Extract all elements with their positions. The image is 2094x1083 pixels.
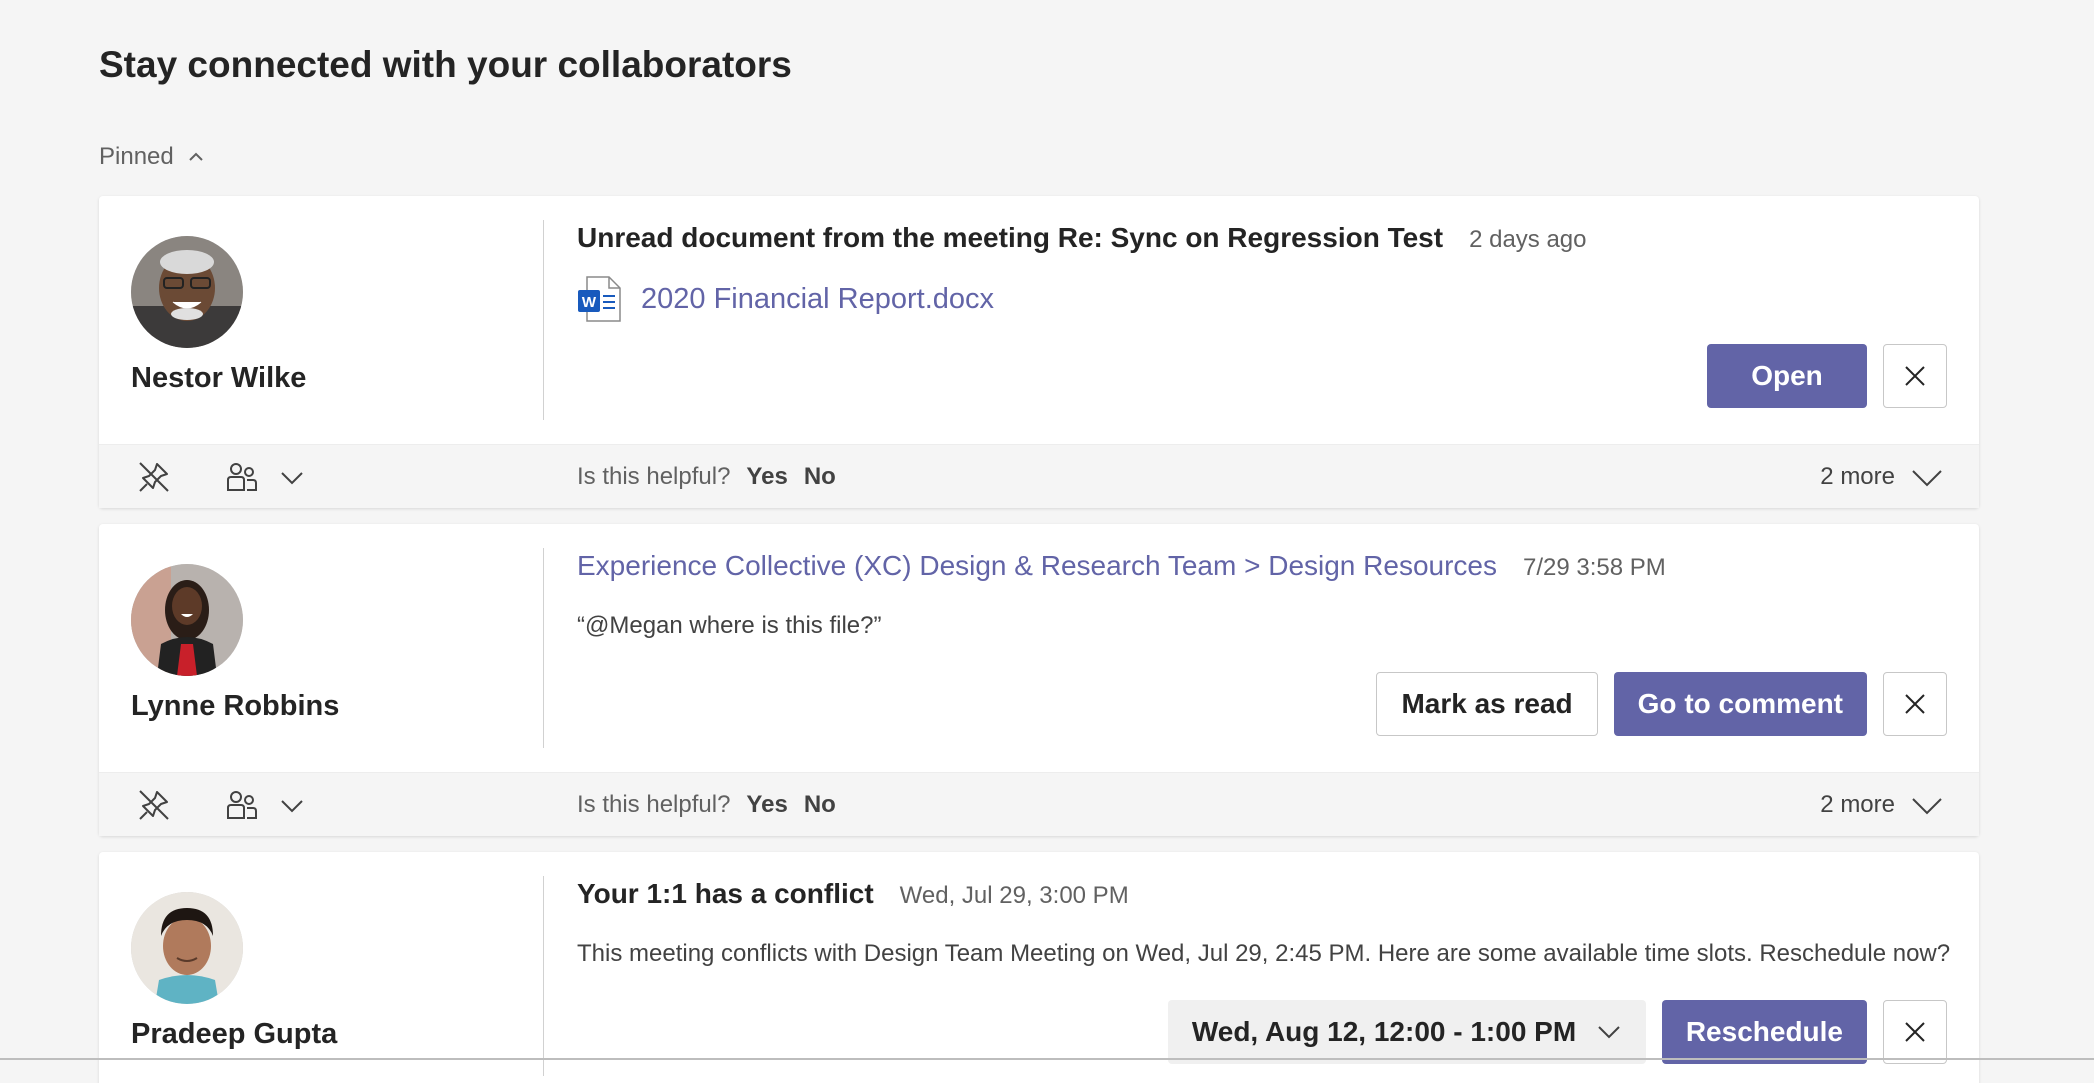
conflict-description: This meeting conflicts with Design Team …: [577, 940, 1951, 967]
file-attachment[interactable]: W 2020 Financial Report.docx: [577, 276, 1947, 322]
helpful-question: Is this helpful?: [577, 791, 731, 818]
card-footer: Is this helpful? Yes No 2 more: [99, 444, 1979, 508]
dismiss-button[interactable]: [1883, 344, 1947, 408]
close-icon: [1905, 366, 1925, 386]
unpin-icon: [139, 790, 169, 820]
dismiss-button[interactable]: [1883, 672, 1947, 736]
person-name: Pradeep Gupta: [131, 1018, 338, 1050]
people-dropdown-button[interactable]: [275, 460, 309, 494]
close-icon: [1905, 1022, 1925, 1042]
page-title: Stay connected with your collaborators: [99, 44, 792, 85]
open-button[interactable]: Open: [1707, 344, 1867, 408]
helpful-question: Is this helpful?: [577, 463, 731, 490]
card-content: Your 1:1 has a conflict Wed, Jul 29, 3:0…: [577, 878, 1951, 968]
more-label: 2 more: [1820, 463, 1895, 490]
person-name: Nestor Wilke: [131, 362, 307, 394]
people-button[interactable]: [225, 788, 259, 822]
chevron-down-icon: [281, 472, 303, 485]
person-info: Pradeep Gupta: [131, 892, 337, 1051]
helpful-feedback: Is this helpful? Yes No: [577, 445, 836, 509]
unpin-icon: [139, 462, 169, 492]
unpin-button[interactable]: [137, 460, 171, 494]
people-button[interactable]: [225, 460, 259, 494]
chevron-down-icon: [1912, 798, 1942, 815]
word-document-icon: W: [578, 276, 621, 322]
chevron-up-icon: [189, 152, 203, 161]
reschedule-button[interactable]: Reschedule: [1661, 1000, 1867, 1064]
unpin-button[interactable]: [137, 788, 171, 822]
pinned-section-toggle[interactable]: Pinned: [99, 143, 206, 171]
yes-button[interactable]: Yes: [746, 463, 787, 491]
card-headline: Your 1:1 has a conflict: [577, 878, 874, 909]
collaborator-card-pradeep: Pradeep Gupta Your 1:1 has a conflict We…: [99, 852, 1979, 1083]
chevron-down-icon: [1598, 1026, 1620, 1039]
chevron-down-icon: [1912, 470, 1942, 487]
window-edge: [0, 1058, 2094, 1060]
collaborator-card-nestor: Nestor Wilke Unread document from the me…: [99, 196, 1979, 508]
avatar-photo-icon: [131, 564, 243, 676]
people-dropdown-button[interactable]: [275, 788, 309, 822]
card-timestamp: 2 days ago: [1469, 226, 1587, 253]
go-to-comment-button[interactable]: Go to comment: [1613, 672, 1867, 736]
card-timestamp: 7/29 3:58 PM: [1523, 554, 1666, 581]
avatar[interactable]: [131, 892, 243, 1004]
mark-as-read-button[interactable]: Mark as read: [1376, 672, 1598, 736]
channel-link[interactable]: Experience Collective (XC) Design & Rese…: [577, 550, 1497, 582]
more-label: 2 more: [1820, 791, 1895, 818]
person-name: Lynne Robbins: [131, 690, 340, 722]
person-info: Nestor Wilke: [131, 236, 306, 395]
svg-text:W: W: [582, 294, 597, 311]
collaborator-card-lynne: Lynne Robbins Experience Collective (XC)…: [99, 524, 1979, 836]
close-icon: [1905, 694, 1925, 714]
divider: [543, 548, 544, 748]
helpful-feedback: Is this helpful? Yes No: [577, 773, 836, 837]
people-icon: [227, 791, 257, 819]
person-info: Lynne Robbins: [131, 564, 339, 723]
chevron-down-icon: [281, 800, 303, 813]
card-footer: Is this helpful? Yes No 2 more: [99, 772, 1979, 836]
pinned-section-label: Pinned: [99, 143, 174, 170]
collaborators-page: Stay connected with your collaborators P…: [0, 0, 2094, 1083]
card-content: Unread document from the meeting Re: Syn…: [577, 222, 1947, 322]
card-content: Experience Collective (XC) Design & Rese…: [577, 550, 1947, 640]
no-button[interactable]: No: [804, 463, 836, 491]
avatar[interactable]: [131, 236, 243, 348]
avatar[interactable]: [131, 564, 243, 676]
time-slot-value: Wed, Aug 12, 12:00 - 1:00 PM: [1191, 1016, 1577, 1047]
people-icon: [227, 463, 257, 491]
avatar-photo-icon: [131, 236, 243, 348]
divider: [543, 220, 544, 420]
more-button[interactable]: 2 more: [1820, 445, 1943, 509]
avatar-photo-icon: [131, 892, 243, 1004]
yes-button[interactable]: Yes: [746, 791, 787, 819]
no-button[interactable]: No: [804, 791, 836, 819]
dismiss-button[interactable]: [1883, 1000, 1947, 1064]
comment-text: “@Megan where is this file?”: [577, 612, 882, 639]
divider: [543, 876, 544, 1076]
more-button[interactable]: 2 more: [1820, 773, 1943, 837]
time-slot-dropdown[interactable]: Wed, Aug 12, 12:00 - 1:00 PM: [1167, 1000, 1646, 1064]
card-timestamp: Wed, Jul 29, 3:00 PM: [899, 882, 1129, 909]
card-headline: Unread document from the meeting Re: Syn…: [577, 222, 1444, 253]
file-link[interactable]: 2020 Financial Report.docx: [641, 283, 994, 316]
